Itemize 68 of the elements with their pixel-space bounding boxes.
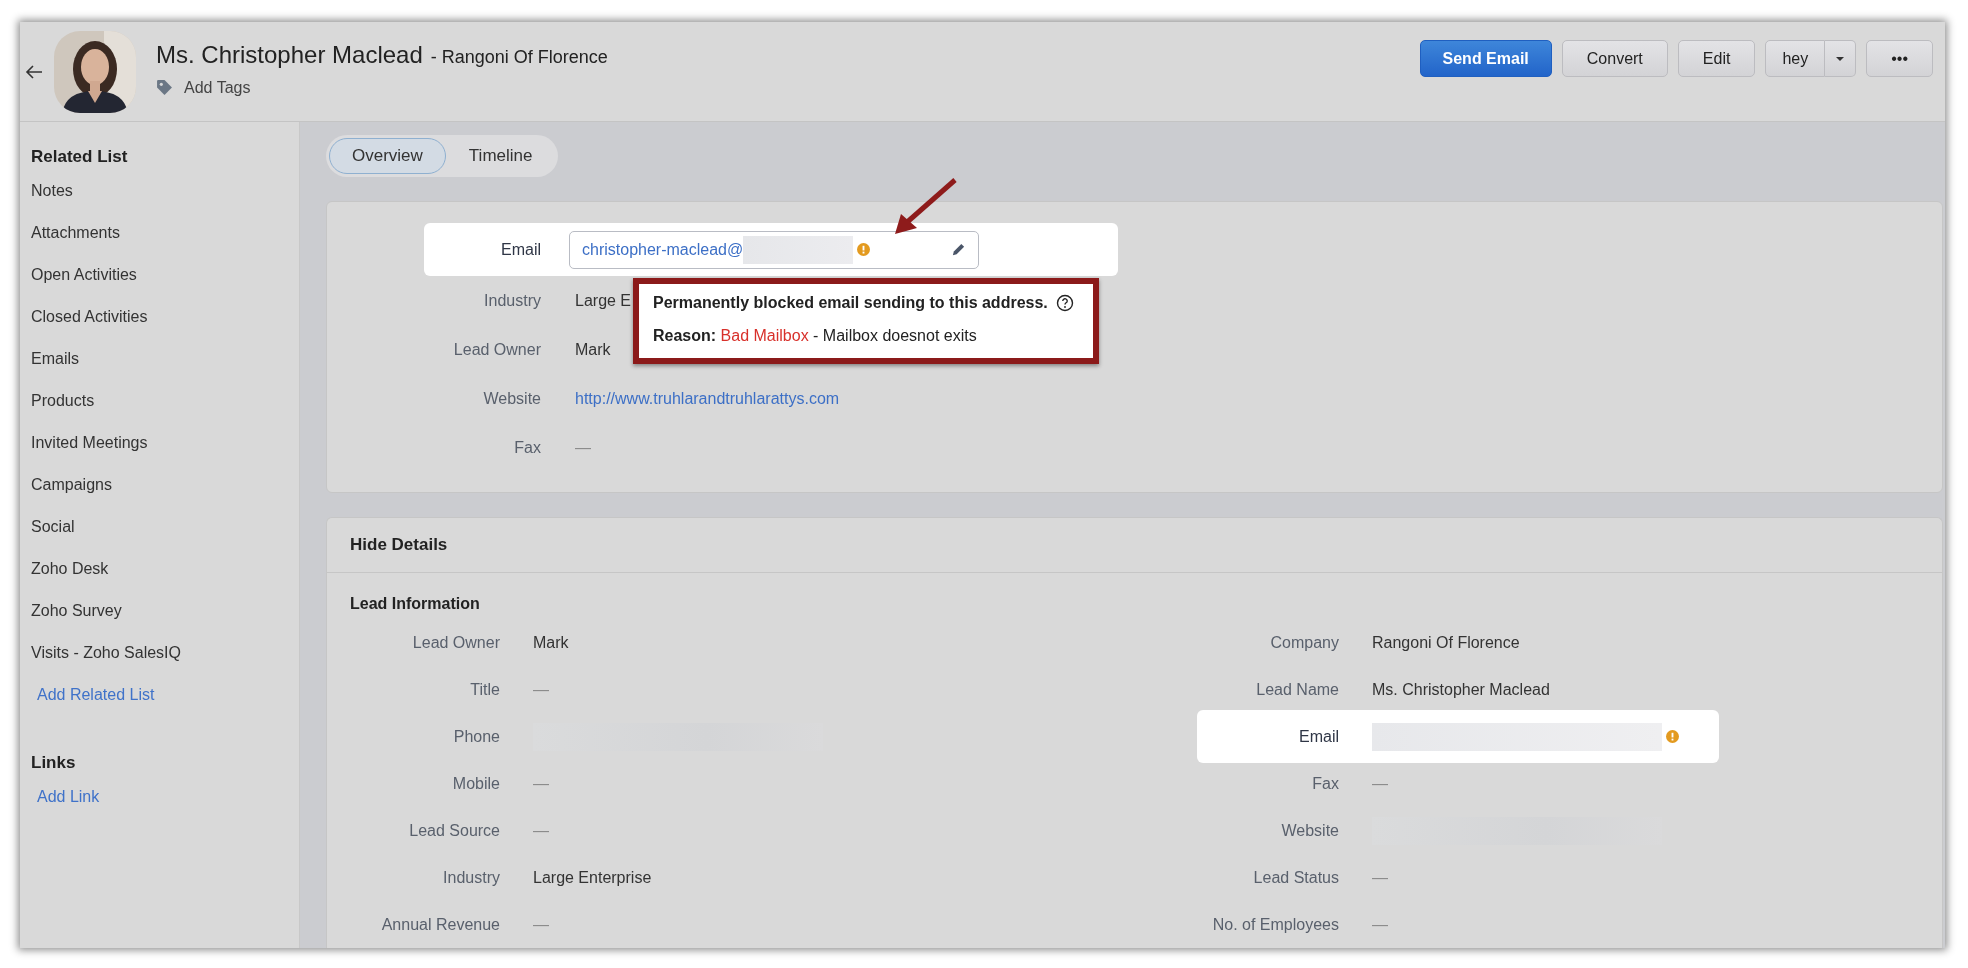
tab[interactable]: Overview bbox=[329, 138, 446, 174]
field-value: Ms. Christopher Maclead bbox=[1372, 680, 1550, 699]
toolbar-button[interactable]: ••• bbox=[1866, 40, 1933, 77]
related-list-heading: Related List bbox=[31, 147, 129, 167]
field-value: Large Enterprise bbox=[533, 868, 652, 887]
sidebar-item[interactable]: Zoho Desk bbox=[31, 559, 299, 601]
sidebar-item[interactable]: Closed Activities bbox=[31, 307, 299, 349]
field-label: Fax bbox=[1311, 774, 1339, 793]
field-value: Mark bbox=[575, 340, 611, 359]
empty-value-dash: — bbox=[1372, 868, 1388, 887]
field-label: Lead Name bbox=[1255, 680, 1339, 699]
empty-value-dash: — bbox=[533, 774, 549, 793]
field-label: Company bbox=[1269, 633, 1339, 652]
website-link[interactable]: http://www.truhlarandtruhlarattys.com bbox=[575, 389, 840, 408]
empty-value-dash: — bbox=[533, 680, 549, 699]
toolbar-button[interactable]: Convert bbox=[1561, 40, 1668, 77]
field-label: Industry bbox=[442, 868, 500, 887]
sidebar-item[interactable]: Zoho Survey bbox=[31, 601, 299, 643]
field-label: Lead Status bbox=[1252, 868, 1339, 887]
sidebar-item[interactable]: Open Activities bbox=[31, 265, 299, 307]
email-link[interactable]: christopher-maclead@ bbox=[582, 240, 744, 259]
field-value: Large E bbox=[575, 291, 632, 310]
tag-icon[interactable] bbox=[156, 79, 173, 96]
field-label: Website bbox=[482, 389, 541, 408]
sidebar-item[interactable]: Products bbox=[31, 391, 299, 433]
field-label: Website bbox=[1280, 821, 1339, 840]
send-email-button[interactable]: Send Email bbox=[1419, 40, 1552, 77]
field-label: Email bbox=[500, 240, 541, 259]
empty-value-dash: — bbox=[1372, 774, 1388, 793]
help-icon[interactable] bbox=[1055, 294, 1074, 312]
email-field[interactable]: christopher-maclead@ bbox=[569, 230, 979, 269]
field-label: Lead Source bbox=[408, 821, 500, 840]
pencil-icon[interactable] bbox=[951, 242, 966, 257]
sidebar-item[interactable]: Emails bbox=[31, 349, 299, 391]
toolbar-button[interactable]: Edit bbox=[1677, 40, 1756, 77]
lead-name: Ms. Christopher Maclead bbox=[156, 40, 423, 68]
field-label: Lead Owner bbox=[411, 633, 500, 652]
field-label: Title bbox=[469, 680, 500, 699]
split-button[interactable]: hey bbox=[1765, 40, 1826, 77]
links-heading: Links bbox=[31, 753, 77, 773]
field-label: Industry bbox=[483, 291, 541, 310]
tab[interactable]: Timeline bbox=[445, 138, 556, 174]
company-name: - Rangoni Of Florence bbox=[430, 46, 608, 67]
field-label: No. of Employees bbox=[1211, 915, 1339, 934]
section-heading: Lead Information bbox=[349, 594, 481, 614]
hide-details-toggle[interactable]: Hide Details bbox=[327, 518, 1942, 573]
field-label: Fax bbox=[513, 438, 541, 457]
tooltip-reason: Reason: Bad Mailbox - Mailbox doesnot exits bbox=[653, 327, 978, 345]
sidebar-item[interactable]: Notes bbox=[31, 181, 299, 223]
sidebar-item[interactable]: Invited Meetings bbox=[31, 433, 299, 475]
field-label: Lead Owner bbox=[452, 340, 541, 359]
sidebar-item[interactable]: Visits - Zoho SalesIQ bbox=[31, 643, 299, 685]
tooltip-message: Permanently blocked email sending to this address. bbox=[653, 294, 1048, 312]
field-label: Mobile bbox=[451, 774, 500, 793]
field-label: Phone bbox=[452, 727, 500, 746]
field-label: Annual Revenue bbox=[380, 915, 500, 934]
add-tags-link[interactable]: Add Tags bbox=[184, 78, 251, 97]
sidebar-item[interactable]: Social bbox=[31, 517, 299, 559]
empty-value-dash: — bbox=[575, 438, 591, 457]
empty-value-dash: — bbox=[533, 821, 549, 840]
sidebar-item[interactable]: Attachments bbox=[31, 223, 299, 265]
caret-icon bbox=[1835, 55, 1846, 62]
field-value: Rangoni Of Florence bbox=[1372, 633, 1520, 652]
sidebar-item[interactable]: Campaigns bbox=[31, 475, 299, 517]
empty-value-dash: — bbox=[1372, 915, 1388, 934]
field-value: Mark bbox=[533, 633, 569, 652]
empty-value-dash: — bbox=[533, 915, 549, 934]
field-label: Email bbox=[1298, 727, 1339, 746]
